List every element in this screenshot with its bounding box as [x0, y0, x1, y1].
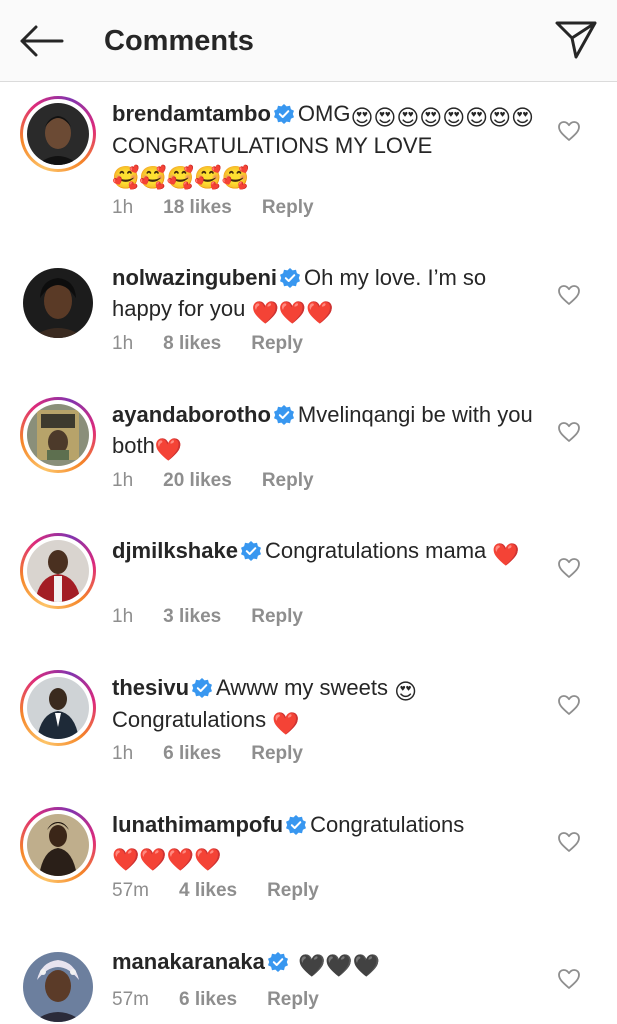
red-heart-emoji-icon: ❤️❤️❤️❤️	[112, 847, 222, 872]
avatar[interactable]	[23, 268, 93, 338]
comment-username[interactable]: manakaranaka	[112, 949, 265, 974]
comment-username[interactable]: lunathimampofu	[112, 812, 283, 837]
verified-badge-icon	[240, 540, 261, 568]
page-title: Comments	[104, 25, 254, 57]
like-button[interactable]	[557, 831, 581, 853]
heart-outline-icon	[558, 969, 580, 989]
reply-button[interactable]: Reply	[262, 470, 314, 491]
comment-meta: 1h 8 likes Reply	[112, 332, 333, 356]
comment-meta: 1h 20 likes Reply	[112, 469, 344, 493]
comment-body: Awww my sweets	[216, 675, 388, 700]
verified-badge-icon	[192, 677, 213, 705]
comment-text: nolwazingubeni Oh my love. I’m so happy f…	[112, 264, 542, 327]
comment-likes[interactable]: 20 likes	[163, 470, 232, 491]
comment-text: thesivu Awww my sweets 😍 Congratulations …	[112, 674, 542, 738]
red-heart-emoji-icon: ❤️	[154, 437, 183, 462]
comment-meta: 57m 4 likes Reply	[112, 879, 349, 903]
back-button[interactable]	[18, 24, 64, 58]
comment-time: 1h	[112, 470, 134, 491]
comment-text: manakaranaka 🖤🖤🖤	[112, 948, 542, 980]
heart-outline-icon	[558, 285, 580, 305]
comment-time: 1h	[112, 606, 134, 627]
avatar[interactable]	[20, 96, 96, 172]
reply-button[interactable]: Reply	[251, 743, 303, 764]
comment-body: Congratulations	[310, 812, 465, 837]
comment-likes[interactable]: 3 likes	[163, 606, 221, 627]
avatar[interactable]	[20, 397, 96, 473]
comment-meta: 1h 3 likes Reply	[112, 605, 333, 629]
heart-outline-icon	[558, 695, 580, 715]
verified-badge-icon	[273, 404, 294, 432]
heart-eyes-emoji-icon: 😍	[394, 679, 418, 704]
comment-meta: 57m 6 likes Reply	[112, 988, 349, 1012]
comment-time: 57m	[112, 880, 149, 901]
comment-likes[interactable]: 6 likes	[163, 743, 221, 764]
like-button[interactable]	[557, 421, 581, 443]
verified-badge-icon	[280, 267, 300, 295]
comment-body: OMG	[297, 101, 351, 126]
red-heart-emoji-icon: ❤️	[272, 711, 300, 736]
comment-time: 1h	[112, 743, 134, 764]
comment-time: 57m	[112, 989, 149, 1010]
comment-likes[interactable]: 18 likes	[163, 197, 232, 218]
reply-button[interactable]: Reply	[251, 606, 303, 627]
comments-header: Comments	[0, 0, 617, 82]
comment-likes[interactable]: 8 likes	[163, 333, 221, 354]
reply-button[interactable]: Reply	[267, 880, 319, 901]
avatar[interactable]	[20, 670, 96, 746]
comment-likes[interactable]: 4 likes	[179, 880, 237, 901]
heart-outline-icon	[558, 121, 580, 141]
reply-button[interactable]: Reply	[251, 333, 303, 354]
comment-username[interactable]: brendamtambo	[112, 101, 271, 126]
comment-username[interactable]: ayandaborotho	[112, 402, 271, 427]
like-button[interactable]	[557, 284, 581, 306]
red-heart-emoji-icon: ❤️	[492, 542, 520, 567]
comment-likes[interactable]: 6 likes	[179, 989, 237, 1010]
avatar[interactable]	[23, 952, 93, 1022]
share-button[interactable]	[554, 20, 598, 60]
black-heart-emoji-icon: 🖤🖤🖤	[298, 953, 381, 978]
comment-meta: 1h 6 likes Reply	[112, 742, 333, 766]
comment-text: lunathimampofu Congratulations ❤️❤️❤️❤️	[112, 811, 542, 874]
like-button[interactable]	[557, 968, 581, 990]
arrow-left-icon	[20, 25, 64, 57]
comment-text: ayandaborotho Mvelinqangi be with you bot…	[112, 401, 542, 464]
heart-eyes-emoji-icon: 😍😍😍😍😍😍😍😍	[350, 105, 534, 130]
verified-badge-icon	[267, 951, 288, 979]
reply-button[interactable]: Reply	[267, 989, 319, 1010]
comment-body: CONGRATULATIONS MY LOVE	[112, 133, 433, 158]
verified-badge-icon	[286, 814, 307, 842]
avatar[interactable]	[20, 533, 96, 609]
like-button[interactable]	[557, 694, 581, 716]
comment-username[interactable]: djmilkshake	[112, 538, 238, 563]
like-button[interactable]	[557, 557, 581, 579]
comment-text: brendamtambo OMG😍😍😍😍😍😍😍😍 CONGRATULATIONS …	[112, 100, 542, 192]
verified-badge-icon	[273, 103, 294, 131]
like-button[interactable]	[557, 120, 581, 142]
comment-body: Congratulations	[112, 707, 267, 732]
heart-outline-icon	[558, 422, 580, 442]
heart-outline-icon	[558, 832, 580, 852]
comment-time: 1h	[112, 333, 134, 354]
comment-username[interactable]: nolwazingubeni	[112, 265, 277, 290]
paper-plane-icon	[555, 21, 597, 59]
red-heart-emoji-icon: ❤️❤️❤️	[251, 300, 334, 325]
comment-time: 1h	[112, 197, 134, 218]
comment-meta: 1h 18 likes Reply	[112, 196, 344, 220]
reply-button[interactable]: Reply	[262, 197, 314, 218]
avatar[interactable]	[20, 807, 96, 883]
heart-outline-icon	[558, 558, 580, 578]
comment-body: Congratulations mama	[264, 538, 487, 563]
smiling-hearts-emoji-icon: 🥰🥰🥰🥰🥰	[112, 165, 249, 190]
comment-username[interactable]: thesivu	[112, 675, 189, 700]
comment-text: djmilkshake Congratulations mama ❤️	[112, 537, 542, 569]
